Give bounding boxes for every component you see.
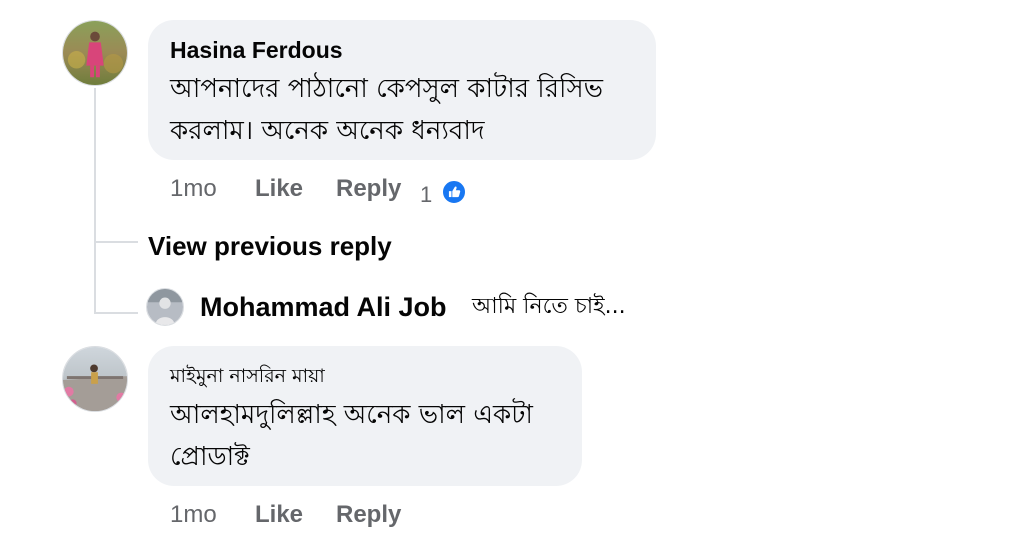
reply-button[interactable]: Reply [336, 174, 401, 204]
like-reaction-icon[interactable] [441, 179, 467, 205]
view-previous-reply-link[interactable]: View previous reply [148, 230, 392, 262]
like-button[interactable]: Like [255, 500, 303, 530]
comment-author[interactable]: মাইমুনা নাসরিন মায়া [170, 364, 325, 388]
thread-line [94, 88, 96, 314]
user-photo-avatar-icon [63, 21, 127, 85]
comment-bubble: মাইমুনা নাসরিন মায়া আলহামদুলিল্লাহ অনেক… [148, 346, 582, 486]
reply-author[interactable]: Mohammad Ali Job [200, 291, 447, 323]
like-button[interactable]: Like [255, 174, 303, 204]
avatar[interactable] [146, 288, 184, 326]
avatar[interactable] [62, 346, 128, 412]
reaction-count[interactable]: 1 [420, 182, 432, 208]
reply-button[interactable]: Reply [336, 500, 401, 530]
user-photo-avatar-icon [147, 289, 183, 325]
thread-branch [94, 312, 138, 314]
thread-branch [94, 241, 138, 243]
comment-text: করলাম। অনেক অনেক ধন্যবাদ [170, 116, 485, 146]
comment-text: আলহামদুলিল্লাহ অনেক ভাল একটা [170, 400, 533, 430]
user-photo-avatar-icon [63, 347, 127, 411]
comment-timestamp[interactable]: 1mo [170, 174, 217, 204]
comment-text: প্রোডাক্ট [170, 442, 250, 472]
comment-timestamp[interactable]: 1mo [170, 500, 217, 530]
comment-author[interactable]: Hasina Ferdous [170, 36, 343, 64]
avatar[interactable] [62, 20, 128, 86]
reply-snippet[interactable]: আমি নিতে চাই... [472, 291, 626, 323]
comment-bubble: Hasina Ferdous আপনাদের পাঠানো কেপসুল কাট… [148, 20, 656, 160]
comment-text: আপনাদের পাঠানো কেপসুল কাটার রিসিভ [170, 74, 604, 104]
